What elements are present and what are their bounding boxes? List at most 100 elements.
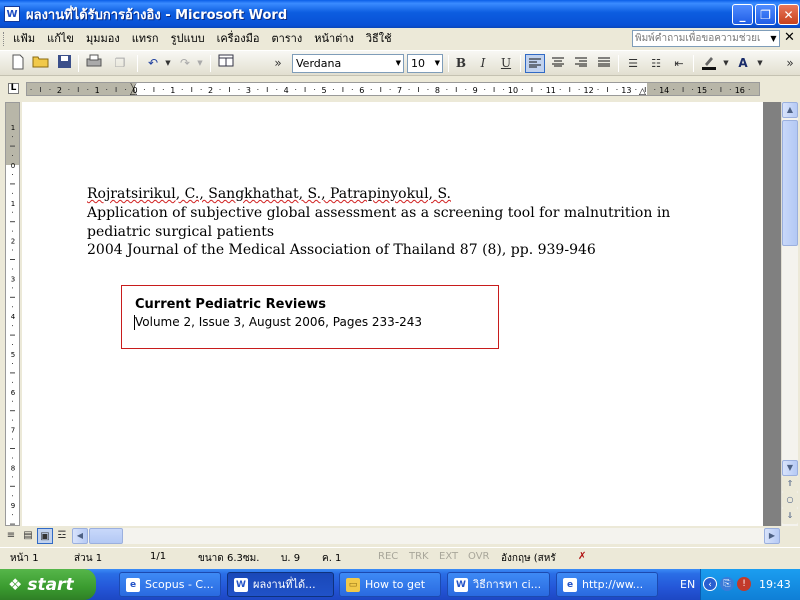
menu-insert[interactable]: แทรก bbox=[126, 30, 165, 48]
scroll-left-icon[interactable]: ◀ bbox=[72, 528, 88, 544]
security-alert-icon[interactable]: ! bbox=[737, 577, 751, 591]
font-name-select[interactable]: Verdana ▼ bbox=[292, 54, 404, 73]
language-indicator[interactable]: EN bbox=[680, 569, 695, 600]
reference-authors[interactable]: Rojratsirikul, C., Sangkhathat, S., Patr… bbox=[87, 186, 451, 202]
taskbar-item-folder[interactable]: ▭ How to get bbox=[339, 572, 441, 597]
vertical-ruler[interactable]: 1 0 1 2 3 4 5 6 7 8 9 bbox=[5, 102, 20, 526]
ask-question-input[interactable]: พิมพ์คำถามเพื่อขอความช่วยเ bbox=[632, 30, 780, 47]
align-left-icon[interactable] bbox=[525, 54, 545, 73]
print-icon[interactable] bbox=[84, 54, 104, 73]
ruler-tick-label: 8 bbox=[11, 464, 15, 472]
tab-stop-selector[interactable]: L bbox=[8, 83, 19, 94]
redo-dropdown-icon[interactable]: ▼ bbox=[190, 54, 210, 73]
start-button[interactable]: ❖ start bbox=[0, 569, 96, 600]
print-layout-icon[interactable]: ▣ bbox=[37, 528, 53, 544]
menu-format[interactable]: รูปแบบ bbox=[165, 30, 211, 48]
minimize-button[interactable]: _ bbox=[732, 4, 753, 25]
chevron-down-icon[interactable]: ▼ bbox=[396, 55, 401, 72]
taskbar-item-word-doc-2[interactable]: W วิธีการหา ci... bbox=[447, 572, 550, 597]
new-document-icon[interactable] bbox=[8, 54, 28, 73]
horizontal-scrollbar[interactable]: ◀ ▶ bbox=[72, 528, 780, 544]
menu-edit[interactable]: แก้ไข bbox=[41, 30, 80, 48]
reference-citation[interactable]: 2004 Journal of the Medical Association … bbox=[87, 242, 596, 258]
close-button[interactable]: ✕ bbox=[778, 4, 799, 25]
status-ext[interactable]: EXT bbox=[439, 551, 458, 562]
ruler-tick-label: 1 bbox=[170, 86, 175, 95]
vertical-scrollbar[interactable]: ▲ ▼ ⇑ ○ ⇓ bbox=[781, 102, 798, 526]
chevron-down-icon[interactable]: ▼ bbox=[768, 31, 779, 46]
menu-tools[interactable]: เครื่องมือ bbox=[211, 30, 266, 48]
status-language[interactable]: อังกฤษ (สหรั bbox=[501, 551, 556, 566]
text-box[interactable]: Current Pediatric Reviews Volume 2, Issu… bbox=[121, 285, 499, 349]
status-ovr[interactable]: OVR bbox=[468, 551, 489, 562]
browse-object-icon[interactable]: ○ bbox=[782, 492, 798, 508]
right-indent-marker[interactable]: △ bbox=[639, 88, 646, 96]
save-icon[interactable] bbox=[54, 54, 74, 73]
word-doc-icon: W bbox=[454, 578, 468, 592]
clock[interactable]: 19:43 bbox=[759, 569, 791, 600]
scroll-up-icon[interactable]: ▲ bbox=[782, 102, 798, 118]
justify-icon[interactable] bbox=[594, 54, 614, 73]
align-right-icon[interactable] bbox=[571, 54, 591, 73]
copy-icon[interactable]: ❐ bbox=[110, 54, 130, 73]
toolbar-overflow-button[interactable]: » bbox=[268, 54, 288, 73]
hanging-indent-marker[interactable]: △ bbox=[130, 88, 137, 96]
menu-file[interactable]: แฟ้ม bbox=[7, 30, 41, 48]
normal-view-icon[interactable]: ≡ bbox=[3, 528, 19, 544]
close-document-button[interactable]: ✕ bbox=[784, 30, 795, 45]
ruler-tick-label: 4 bbox=[11, 313, 16, 321]
journal-issue-detail[interactable]: Volume 2, Issue 3, August 2006, Pages 23… bbox=[135, 315, 422, 329]
ruler-tick-label: 5 bbox=[11, 351, 15, 359]
font-size-select[interactable]: 10 ▼ bbox=[407, 54, 443, 73]
document-page[interactable]: Rojratsirikul, C., Sangkhathat, S., Patr… bbox=[22, 102, 763, 526]
taskbar-item-scopus[interactable]: e Scopus - C... bbox=[119, 572, 221, 597]
tray-expand-icon[interactable]: ‹ bbox=[703, 577, 717, 591]
vertical-scroll-thumb[interactable] bbox=[782, 120, 798, 246]
ruler-bar: L 2 1 0 1 2 3 4 5 6 7 8 9 10 11 12 13 14 15 16 ▽ △ △ bbox=[0, 77, 800, 101]
bulleted-list-icon[interactable]: ☷ bbox=[646, 54, 666, 73]
table-icon[interactable] bbox=[216, 54, 236, 73]
network-icon[interactable]: ⎘ bbox=[720, 577, 734, 591]
underline-button[interactable]: U bbox=[496, 54, 516, 73]
task-label: http://ww... bbox=[582, 578, 644, 591]
taskbar-item-word-doc[interactable]: W ผลงานที่ได้... bbox=[227, 572, 334, 597]
toolbar-separator bbox=[520, 55, 521, 72]
outline-view-icon[interactable]: ☲ bbox=[54, 528, 70, 544]
horizontal-scroll-thumb[interactable] bbox=[89, 528, 123, 544]
horizontal-ruler[interactable]: 2 1 0 1 2 3 4 5 6 7 8 9 10 11 12 13 14 15 16 ▽ △ △ bbox=[26, 82, 760, 96]
web-layout-icon[interactable]: ▤ bbox=[20, 528, 36, 544]
page-background-gray bbox=[763, 102, 781, 526]
reference-title-line-2[interactable]: pediatric surgical patients bbox=[87, 224, 274, 240]
status-rec[interactable]: REC bbox=[378, 551, 398, 562]
numbered-list-icon[interactable]: ☰ bbox=[623, 54, 643, 73]
menu-view[interactable]: มุมมอง bbox=[80, 30, 126, 48]
menu-help[interactable]: วิธีใช้ bbox=[360, 30, 398, 48]
decrease-indent-icon[interactable]: ⇤ bbox=[669, 54, 689, 73]
text-cursor bbox=[134, 315, 135, 330]
task-label: วิธีการหา ci... bbox=[473, 578, 542, 591]
bold-button[interactable]: B bbox=[451, 54, 471, 73]
windows-logo-icon: ❖ bbox=[8, 575, 23, 594]
previous-page-icon[interactable]: ⇑ bbox=[782, 476, 798, 492]
restore-button[interactable]: ❐ bbox=[755, 4, 776, 25]
italic-button[interactable]: I bbox=[473, 54, 493, 73]
menu-table[interactable]: ตาราง bbox=[265, 30, 308, 48]
toolbar-overflow-button[interactable]: » bbox=[780, 54, 800, 73]
taskbar-item-browser[interactable]: e http://ww... bbox=[556, 572, 658, 597]
word-app-icon[interactable]: W bbox=[4, 6, 20, 22]
reference-title-line-1[interactable]: Application of subjective global assessm… bbox=[87, 205, 670, 221]
spelling-status-icon[interactable]: ✗ bbox=[578, 551, 586, 562]
align-center-icon[interactable] bbox=[548, 54, 568, 73]
font-color-dropdown-icon[interactable]: ▼ bbox=[750, 54, 770, 73]
open-folder-icon[interactable] bbox=[31, 54, 51, 73]
scroll-right-icon[interactable]: ▶ bbox=[764, 528, 780, 544]
status-trk[interactable]: TRK bbox=[409, 551, 429, 562]
next-page-icon[interactable]: ⇓ bbox=[782, 508, 798, 524]
chevron-down-icon[interactable]: ▼ bbox=[435, 55, 440, 72]
menu-window[interactable]: หน้าต่าง bbox=[308, 30, 360, 48]
journal-title[interactable]: Current Pediatric Reviews bbox=[135, 297, 326, 312]
toolbar-separator bbox=[618, 55, 619, 72]
ruler-tick-label: 8 bbox=[435, 86, 440, 95]
scroll-down-icon[interactable]: ▼ bbox=[782, 460, 798, 476]
title-bar[interactable]: W ผลงานที่ได้รับการอ้างอิง - Microsoft W… bbox=[0, 0, 800, 28]
